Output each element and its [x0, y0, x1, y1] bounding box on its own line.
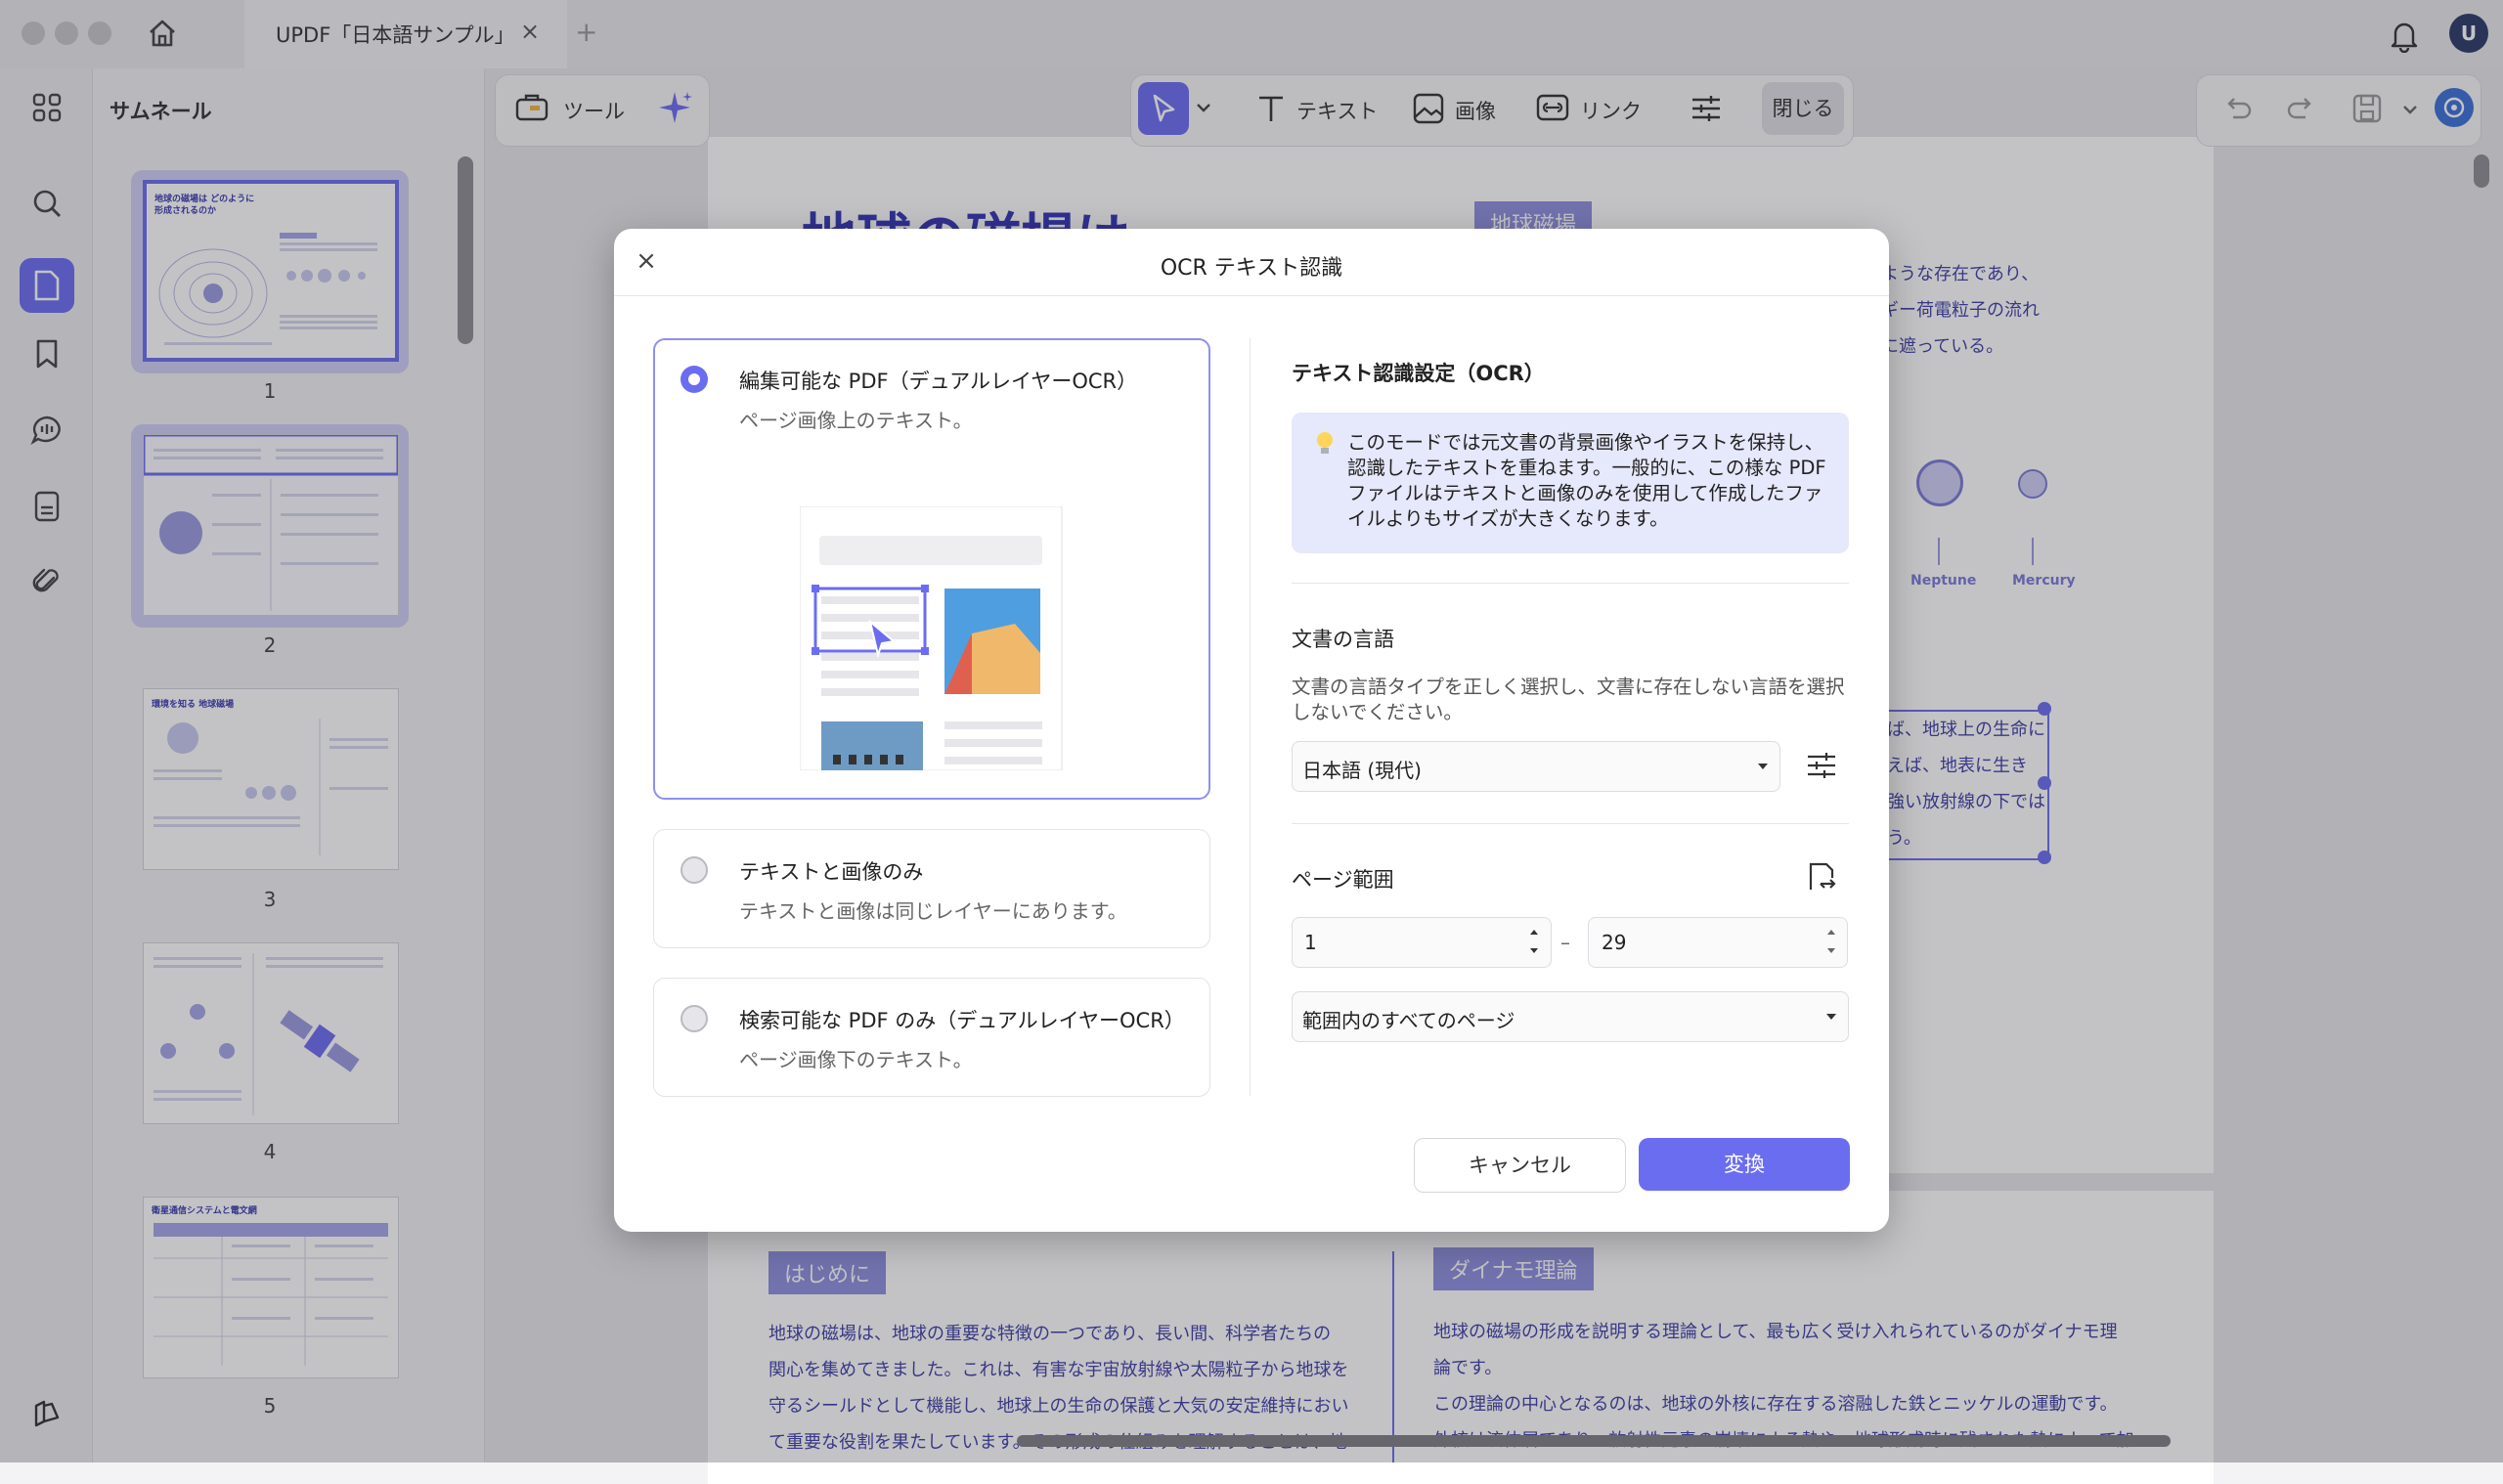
stepper-arrows-icon[interactable]	[1527, 925, 1541, 964]
radio-button-selected[interactable]	[681, 366, 708, 393]
lightbulb-icon	[1314, 430, 1336, 462]
radio-button[interactable]	[681, 856, 708, 884]
page-range-icon[interactable]	[1805, 860, 1838, 897]
page-to-stepper[interactable]	[1588, 917, 1848, 968]
ocr-option-searchable[interactable]	[653, 978, 1210, 1097]
language-title: 文書の言語	[1292, 628, 1394, 651]
option-description: ページ画像上のテキスト。	[739, 409, 973, 432]
page-range-title: ページ範囲	[1292, 868, 1394, 892]
ocr-settings-title: テキスト認識設定（OCR）	[1292, 362, 1545, 385]
info-text: このモードでは元文書の背景画像やイラストを保持し、認識したテキストを重ねます。一…	[1347, 431, 1826, 530]
dialog-divider	[614, 295, 1889, 296]
chevron-down-icon	[1756, 759, 1770, 777]
radio-button[interactable]	[681, 1005, 708, 1032]
section-divider	[1292, 583, 1849, 584]
option-description: ページ画像下のテキスト。	[739, 1048, 973, 1071]
section-divider	[1292, 823, 1849, 824]
option-title: テキストと画像のみ	[739, 860, 924, 884]
option-title: 編集可能な PDF（デュアルレイヤーOCR）	[739, 370, 1138, 393]
page-range-select-value: 範囲内のすべてのページ	[1302, 1009, 1515, 1032]
dialog-title: OCR テキスト認識	[1160, 256, 1343, 281]
dialog-close-button[interactable]: ×	[632, 246, 661, 276]
chevron-down-icon	[1824, 1009, 1838, 1027]
ocr-option-text-image[interactable]	[653, 829, 1210, 948]
page-to-value: 29	[1602, 931, 1627, 954]
dialog-column-divider	[1250, 338, 1251, 1096]
cancel-button[interactable]: キャンセル	[1414, 1138, 1626, 1193]
language-settings-icon[interactable]	[1805, 749, 1838, 786]
option-description: テキストと画像は同じレイヤーにあります。	[739, 899, 1127, 923]
page-from-value: 1	[1304, 931, 1317, 954]
language-description: 文書の言語タイプを正しく選択し、文書に存在しない言語を選択しないでください。	[1292, 676, 1845, 723]
page-range-separator: –	[1560, 931, 1570, 954]
convert-button[interactable]: 変換	[1639, 1138, 1850, 1191]
stepper-arrows-icon[interactable]	[1824, 925, 1838, 964]
option-title: 検索可能な PDF のみ（デュアルレイヤーOCR）	[739, 1009, 1185, 1032]
language-select-value: 日本語 (現代)	[1302, 759, 1422, 782]
page-from-stepper[interactable]	[1292, 917, 1552, 968]
ocr-mode-illustration	[799, 505, 1083, 774]
